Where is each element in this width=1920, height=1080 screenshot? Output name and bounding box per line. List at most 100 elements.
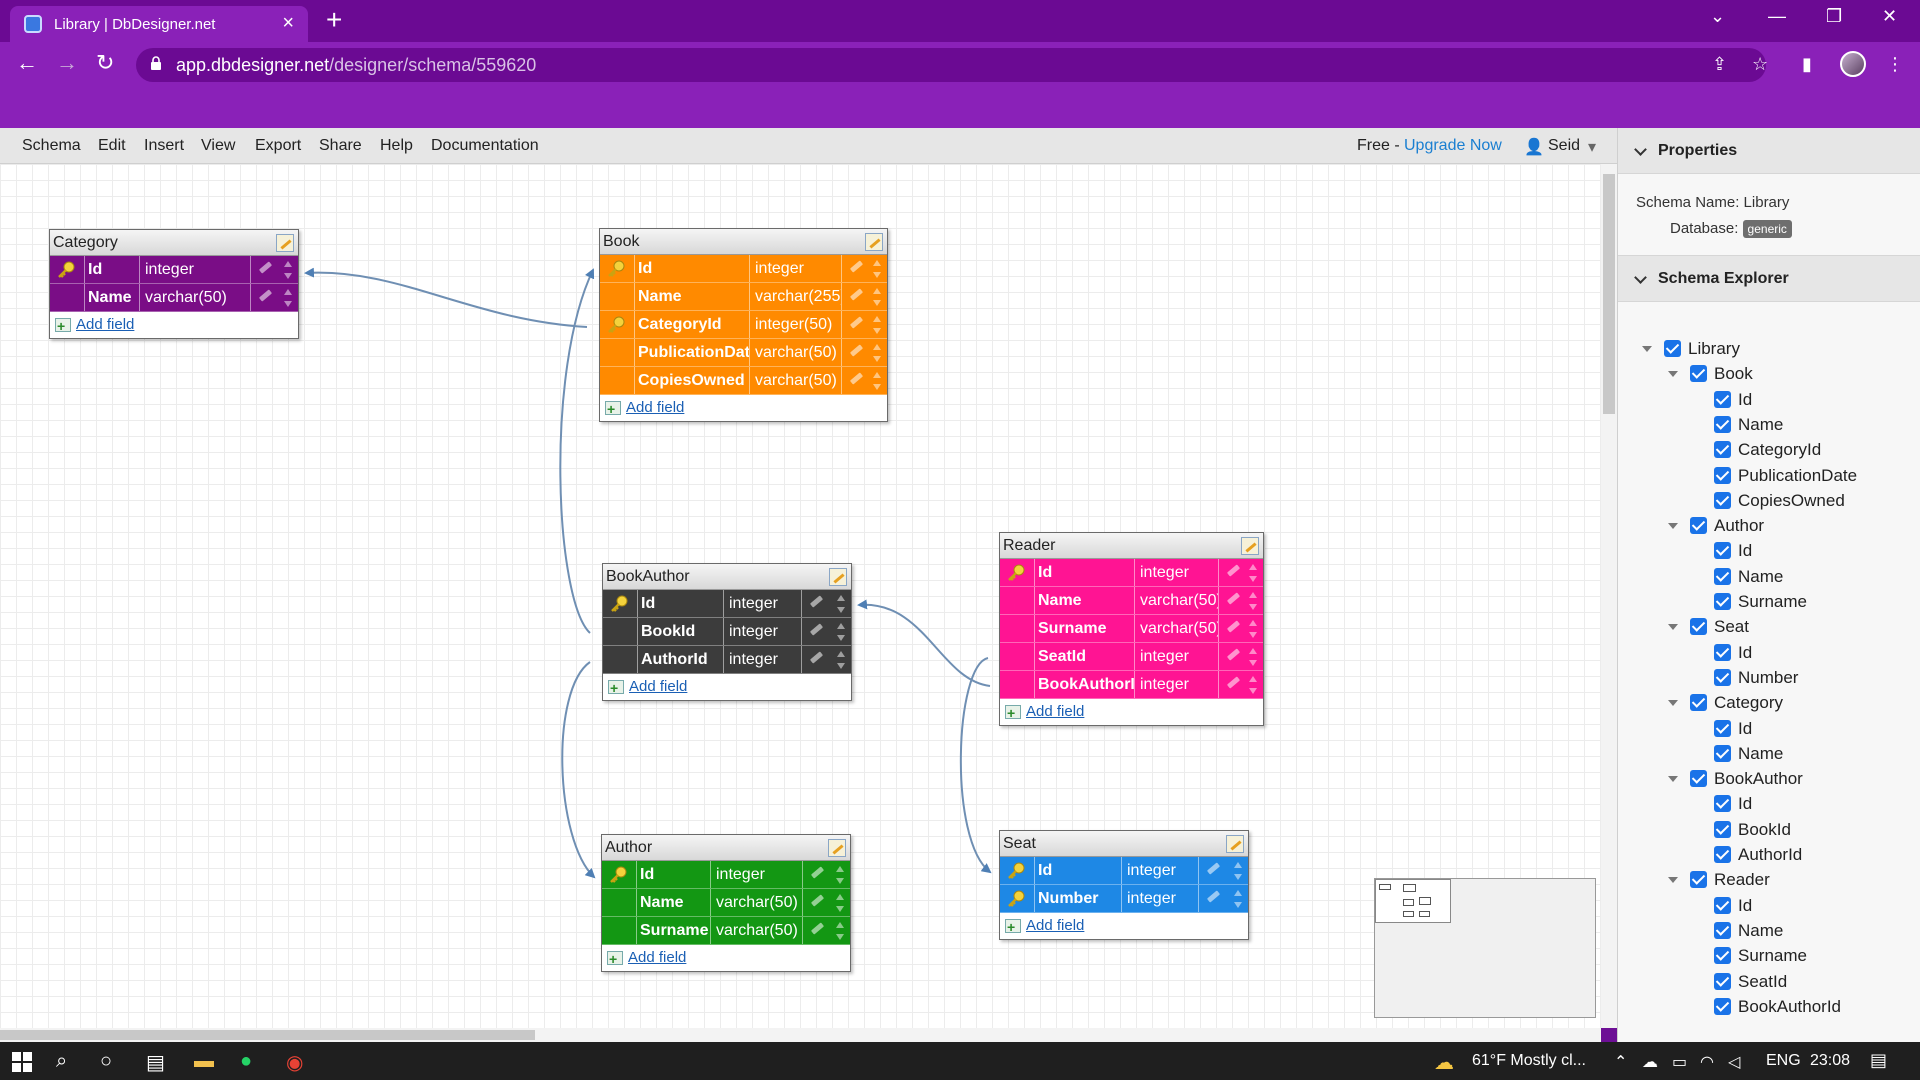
table-header[interactable]: Book bbox=[600, 229, 887, 255]
tree-node-field[interactable]: Surname bbox=[1714, 589, 1807, 614]
browser-tab[interactable]: Library | DbDesigner.net × bbox=[10, 6, 308, 42]
table-row[interactable]: Id integer bbox=[600, 255, 887, 283]
checkbox-checked-icon[interactable] bbox=[1714, 390, 1731, 408]
reorder-field-icon[interactable] bbox=[836, 922, 844, 940]
checkbox-checked-icon[interactable] bbox=[1690, 694, 1707, 712]
table-row[interactable]: SeatId integer bbox=[1000, 643, 1263, 671]
weather-text[interactable]: 61°F Mostly cl... bbox=[1472, 1052, 1586, 1070]
table-row[interactable]: Surname varchar(50) bbox=[1000, 615, 1263, 643]
windows-start-icon[interactable] bbox=[12, 1052, 32, 1072]
edit-field-icon[interactable] bbox=[1226, 592, 1241, 605]
table-row[interactable]: Name varchar(50) bbox=[1000, 587, 1263, 615]
tree-node-field[interactable]: Name bbox=[1714, 918, 1783, 943]
properties-header[interactable]: Properties bbox=[1618, 128, 1920, 174]
task-view-icon[interactable]: ▤ bbox=[146, 1050, 165, 1075]
reorder-field-icon[interactable] bbox=[837, 595, 845, 613]
caret-down-icon[interactable] bbox=[1668, 523, 1678, 530]
edit-field-icon[interactable] bbox=[810, 922, 825, 935]
edit-table-icon[interactable] bbox=[829, 568, 847, 586]
caret-down-icon[interactable] bbox=[1668, 700, 1678, 707]
tree-node-field[interactable]: BookId bbox=[1714, 817, 1791, 842]
tree-node-field[interactable]: Name bbox=[1714, 564, 1783, 589]
tree-node-table[interactable]: Seat bbox=[1668, 614, 1749, 639]
reorder-field-icon[interactable] bbox=[836, 866, 844, 884]
reorder-field-icon[interactable] bbox=[837, 651, 845, 669]
table-row[interactable]: Id integer bbox=[602, 861, 850, 889]
edit-field-icon[interactable] bbox=[1226, 620, 1241, 633]
scrollbar-thumb[interactable] bbox=[0, 1030, 535, 1040]
table-row[interactable]: AuthorId integer bbox=[603, 646, 851, 674]
address-bar[interactable]: app.dbdesigner.net/designer/schema/55962… bbox=[136, 48, 1766, 82]
table-category[interactable]: Category Id integer Name varchar(50) Add… bbox=[49, 229, 299, 339]
reorder-field-icon[interactable] bbox=[873, 288, 881, 306]
add-field-link[interactable]: Add field bbox=[1000, 699, 1263, 726]
table-row[interactable]: Number integer bbox=[1000, 885, 1248, 913]
tree-node-field[interactable]: SeatId bbox=[1714, 969, 1787, 994]
tree-node-table[interactable]: Author bbox=[1668, 513, 1764, 538]
table-header[interactable]: Author bbox=[602, 835, 850, 861]
menu-share[interactable]: Share bbox=[319, 137, 362, 155]
forward-icon[interactable]: → bbox=[56, 50, 78, 76]
table-bookauthor[interactable]: BookAuthor Id integer BookId integer Aut… bbox=[602, 563, 852, 701]
table-row[interactable]: CopiesOwned varchar(50) bbox=[600, 367, 887, 395]
edit-field-icon[interactable] bbox=[809, 623, 824, 636]
edit-field-icon[interactable] bbox=[849, 288, 864, 301]
edit-field-icon[interactable] bbox=[258, 289, 273, 302]
checkbox-checked-icon[interactable] bbox=[1714, 593, 1731, 610]
reorder-field-icon[interactable] bbox=[873, 316, 881, 334]
chevron-up-icon[interactable]: ⌃ bbox=[1614, 1052, 1627, 1072]
table-row[interactable]: PublicationDate varchar(50) bbox=[600, 339, 887, 367]
caret-down-icon[interactable] bbox=[1668, 371, 1678, 378]
reorder-field-icon[interactable] bbox=[1234, 890, 1242, 908]
table-row[interactable]: Name varchar(50) bbox=[602, 889, 850, 917]
menu-icon[interactable]: ⋮ bbox=[1886, 54, 1904, 75]
edit-field-icon[interactable] bbox=[1226, 564, 1241, 577]
reorder-field-icon[interactable] bbox=[1249, 676, 1257, 694]
checkbox-checked-icon[interactable] bbox=[1690, 871, 1707, 889]
reorder-field-icon[interactable] bbox=[284, 289, 292, 307]
sidepanel-icon[interactable]: ▮ bbox=[1802, 54, 1812, 75]
tree-node-field[interactable]: Id bbox=[1714, 893, 1752, 918]
edit-table-icon[interactable] bbox=[828, 839, 846, 857]
checkbox-checked-icon[interactable] bbox=[1690, 618, 1707, 636]
scrollbar-thumb[interactable] bbox=[1603, 174, 1615, 414]
checkbox-checked-icon[interactable] bbox=[1714, 972, 1731, 990]
restore-icon[interactable]: ❐ bbox=[1826, 6, 1842, 27]
checkbox-checked-icon[interactable] bbox=[1714, 643, 1731, 661]
edit-table-icon[interactable] bbox=[865, 233, 883, 251]
battery-icon[interactable]: ▭ bbox=[1672, 1052, 1687, 1072]
tree-node-table[interactable]: BookAuthor bbox=[1668, 766, 1803, 791]
tree-node-field[interactable]: Id bbox=[1714, 716, 1752, 741]
tree-node-field[interactable]: CopiesOwned bbox=[1714, 488, 1845, 513]
reorder-field-icon[interactable] bbox=[873, 260, 881, 278]
tree-node-table[interactable]: Reader bbox=[1668, 867, 1770, 892]
checkbox-checked-icon[interactable] bbox=[1714, 542, 1731, 560]
reorder-field-icon[interactable] bbox=[1249, 620, 1257, 638]
edit-field-icon[interactable] bbox=[849, 260, 864, 273]
table-row[interactable]: Id integer bbox=[603, 590, 851, 618]
table-row[interactable]: BookAuthorId integer bbox=[1000, 671, 1263, 699]
checkbox-checked-icon[interactable] bbox=[1714, 668, 1731, 686]
tree-node-field[interactable]: Name bbox=[1714, 412, 1783, 437]
canvas-vertical-scrollbar[interactable] bbox=[1601, 164, 1617, 1028]
reorder-field-icon[interactable] bbox=[837, 623, 845, 641]
tab-search-chevron-icon[interactable]: ⌄ bbox=[1710, 6, 1725, 27]
table-header[interactable]: Category bbox=[50, 230, 298, 256]
caret-down-icon[interactable] bbox=[1668, 877, 1678, 884]
tree-node-table[interactable]: Category bbox=[1668, 690, 1783, 715]
checkbox-checked-icon[interactable] bbox=[1714, 795, 1731, 813]
user-dropdown-icon[interactable]: ▾ bbox=[1588, 137, 1596, 157]
add-field-link[interactable]: Add field bbox=[603, 674, 851, 701]
checkbox-checked-icon[interactable] bbox=[1690, 365, 1707, 383]
search-icon[interactable]: ⌕ bbox=[56, 1050, 67, 1073]
menu-view[interactable]: View bbox=[201, 137, 235, 155]
checkbox-checked-icon[interactable] bbox=[1714, 947, 1731, 965]
menu-export[interactable]: Export bbox=[255, 137, 301, 155]
table-row[interactable]: Name varchar(50) bbox=[50, 284, 298, 312]
checkbox-checked-icon[interactable] bbox=[1714, 997, 1731, 1015]
star-icon[interactable]: ☆ bbox=[1752, 54, 1768, 75]
caret-down-icon[interactable] bbox=[1668, 776, 1678, 783]
reorder-field-icon[interactable] bbox=[873, 344, 881, 362]
edit-field-icon[interactable] bbox=[1206, 890, 1221, 903]
caret-down-icon[interactable] bbox=[1668, 624, 1678, 631]
